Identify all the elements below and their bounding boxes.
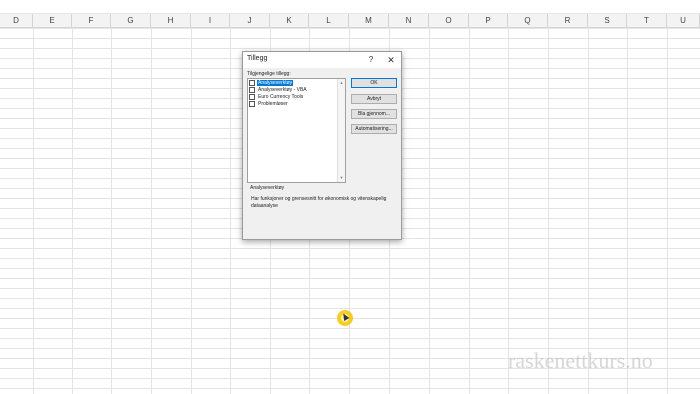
dialog-titlebar[interactable]: Tillegg ? ✕ xyxy=(243,52,401,68)
scroll-up-icon[interactable]: ▲ xyxy=(339,80,344,85)
column-header-row: D E F G H I J K L M N O P Q R S T U xyxy=(0,14,700,28)
column-header-t[interactable]: T xyxy=(627,14,667,27)
column-header-q[interactable]: Q xyxy=(508,14,548,27)
grid-line xyxy=(429,28,430,394)
checkbox[interactable] xyxy=(249,101,255,107)
grid-line xyxy=(508,28,509,394)
list-item[interactable]: Analyseverktøy xyxy=(249,80,337,87)
grid-line xyxy=(151,28,152,394)
ok-button[interactable]: OK xyxy=(351,78,397,88)
grid-line xyxy=(230,28,231,394)
close-icon[interactable]: ✕ xyxy=(385,54,397,66)
ribbon-strip xyxy=(0,0,700,14)
list-item-label: Analyseverktøy xyxy=(257,80,294,87)
grid-line xyxy=(627,28,628,394)
checkbox[interactable] xyxy=(249,80,255,86)
column-header-f[interactable]: F xyxy=(72,14,111,27)
column-header-h[interactable]: H xyxy=(151,14,191,27)
dialog-title: Tillegg xyxy=(247,55,268,62)
list-item-label: Problemløser xyxy=(258,101,288,108)
grid-line xyxy=(469,28,470,394)
browse-button[interactable]: Bla gjennom... xyxy=(351,109,397,119)
cancel-button[interactable]: Avbryt xyxy=(351,94,397,104)
column-header-e[interactable]: E xyxy=(33,14,72,27)
column-header-o[interactable]: O xyxy=(429,14,469,27)
grid-line xyxy=(667,28,668,394)
column-header-m[interactable]: M xyxy=(349,14,389,27)
grid-line xyxy=(72,28,73,394)
column-header-n[interactable]: N xyxy=(389,14,429,27)
list-item-label: Analyseverktøy - VBA xyxy=(258,87,307,94)
column-header-u[interactable]: U xyxy=(667,14,700,27)
column-header-p[interactable]: P xyxy=(469,14,508,27)
column-header-s[interactable]: S xyxy=(588,14,627,27)
list-item-label: Euro Currency Tools xyxy=(258,94,304,101)
column-header-r[interactable]: R xyxy=(548,14,588,27)
automation-button[interactable]: Automatisering... xyxy=(351,124,397,134)
grid-line xyxy=(111,28,112,394)
column-header-j[interactable]: J xyxy=(230,14,270,27)
list-item[interactable]: Euro Currency Tools xyxy=(249,94,337,100)
grid-line xyxy=(33,28,34,394)
checkbox[interactable] xyxy=(249,94,255,100)
listbox-scrollbar[interactable]: ▲ ▼ xyxy=(337,79,345,182)
available-addins-label: Tilgjengelige tillegg: xyxy=(247,71,291,77)
column-header-d[interactable]: D xyxy=(0,14,33,27)
description-text: Har funksjoner og grensesnitt for økonom… xyxy=(251,196,387,209)
description-title: Analyseverktøy xyxy=(250,185,285,191)
column-header-i[interactable]: I xyxy=(191,14,230,27)
column-header-k[interactable]: K xyxy=(270,14,309,27)
help-icon[interactable]: ? xyxy=(365,54,377,66)
column-header-l[interactable]: L xyxy=(309,14,349,27)
watermark: raskenettkurs.no xyxy=(508,348,653,373)
checkbox[interactable] xyxy=(249,87,255,93)
grid-line xyxy=(588,28,589,394)
grid-line xyxy=(191,28,192,394)
list-item[interactable]: Problemløser xyxy=(249,101,337,107)
grid-line xyxy=(548,28,549,394)
addins-listbox[interactable]: Analyseverktøy Analyseverktøy - VBA Euro… xyxy=(247,78,346,183)
column-header-g[interactable]: G xyxy=(111,14,151,27)
scroll-down-icon[interactable]: ▼ xyxy=(339,175,344,180)
addins-dialog: Tillegg ? ✕ Tilgjengelige tillegg: Analy… xyxy=(242,51,402,240)
list-item[interactable]: Analyseverktøy - VBA xyxy=(249,87,337,93)
